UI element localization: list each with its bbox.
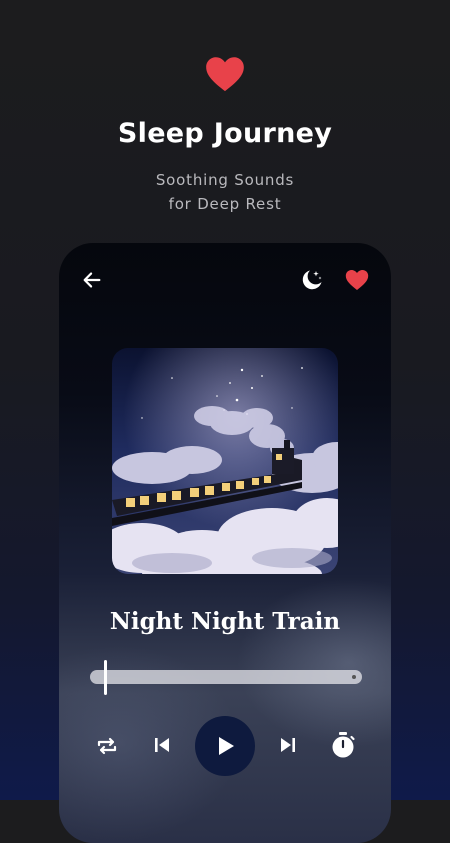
page-title: Sleep Journey: [117, 118, 333, 149]
back-arrow-icon: [83, 272, 101, 288]
repeat-icon: [97, 737, 117, 755]
sleep-mode-button[interactable]: [299, 267, 325, 293]
progress-thumb[interactable]: [104, 660, 107, 695]
favorite-button[interactable]: [344, 268, 370, 292]
subtitle-line-2: for Deep Rest: [168, 195, 282, 213]
play-icon: [219, 737, 234, 755]
playback-controls: [59, 715, 391, 776]
phone-mockup: Night Night Train: [59, 243, 391, 843]
heart-icon: [345, 270, 369, 290]
repeat-button[interactable]: [94, 733, 120, 759]
album-art: [112, 348, 338, 574]
back-button[interactable]: [79, 267, 105, 293]
heart-icon: [206, 57, 244, 92]
moon-stars-icon: [302, 270, 322, 290]
sleep-timer-button[interactable]: [330, 731, 356, 759]
play-button[interactable]: [195, 716, 255, 776]
progress-bar[interactable]: [90, 670, 362, 684]
track-title: Night Night Train: [109, 608, 341, 635]
skip-next-icon: [281, 738, 295, 752]
skip-previous-icon: [155, 738, 169, 752]
progress-end-dot: [352, 675, 356, 679]
timer-icon: [332, 732, 355, 758]
page-subtitle: Soothing Sounds for Deep Rest: [0, 168, 450, 216]
next-button[interactable]: [276, 733, 300, 757]
subtitle-line-1: Soothing Sounds: [155, 171, 295, 189]
previous-button[interactable]: [150, 733, 174, 757]
